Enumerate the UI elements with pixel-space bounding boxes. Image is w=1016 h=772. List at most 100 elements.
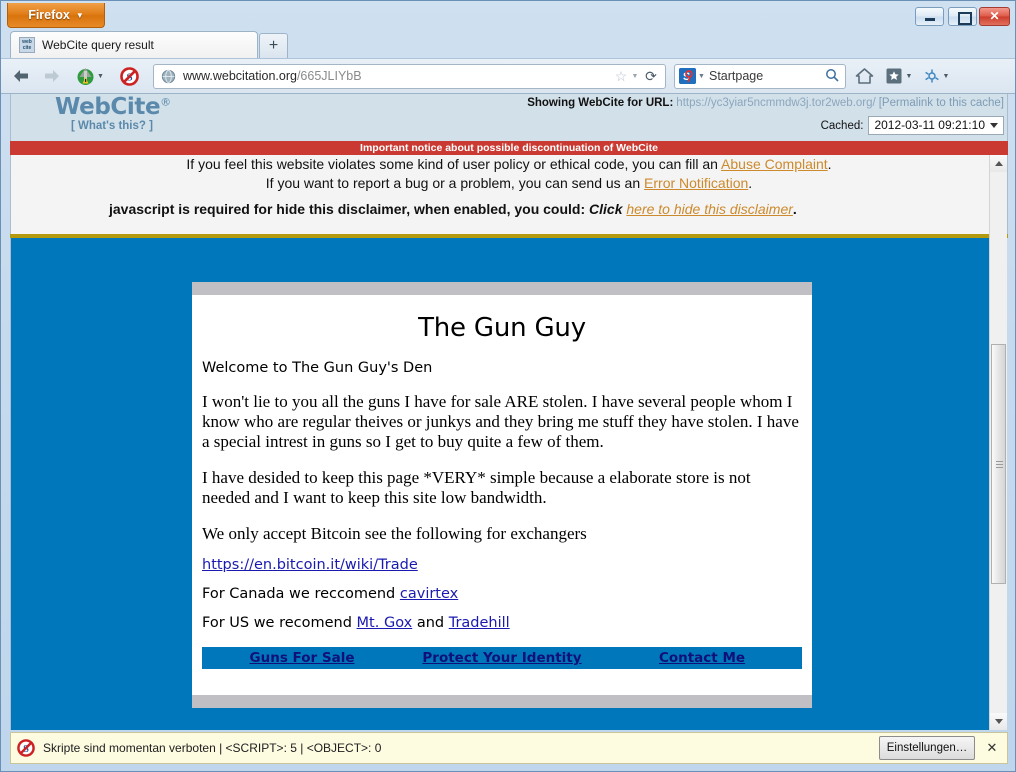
- back-arrow-icon: [14, 70, 28, 82]
- nav-link-protect-your-identity[interactable]: Protect Your Identity: [402, 650, 602, 666]
- us-paragraph: For US we recomend Mt. Gox and Tradehill: [202, 615, 802, 631]
- cached-page-viewport: The Gun Guy Welcome to The Gun Guy's Den…: [10, 238, 991, 730]
- home-icon: [855, 68, 873, 84]
- disclaimer-line-1-pre: If you feel this website violates some k…: [186, 156, 722, 172]
- card-spacer: [202, 669, 802, 695]
- javascript-required-text: javascript is required for hide this dis…: [109, 201, 586, 217]
- disclaimer-line-3-post: .: [792, 201, 797, 217]
- chevron-down-icon: ▼: [905, 72, 913, 80]
- disclaimer-line-2: If you want to report a bug or a problem…: [19, 174, 999, 193]
- firefox-menu-button[interactable]: Firefox ▼: [7, 3, 105, 28]
- nav-link-contact-me[interactable]: Contact Me: [602, 650, 802, 666]
- forward-arrow-icon: [45, 70, 59, 82]
- disclaimer-line-3: javascript is required for hide this dis…: [19, 199, 999, 220]
- error-notification-link[interactable]: Error Notification: [644, 175, 748, 191]
- settings-button[interactable]: Einstellungen…: [879, 736, 975, 760]
- url-domain: www.webcitation.org: [183, 69, 297, 83]
- scroll-down-button[interactable]: [990, 713, 1007, 730]
- permalink-link[interactable]: [Permalink to this cache]: [879, 97, 1004, 109]
- close-status-bar-button[interactable]: ✕: [983, 740, 1001, 756]
- forward-button[interactable]: [38, 63, 66, 89]
- scrollbar-track[interactable]: [990, 172, 1007, 713]
- url-path: /665JLIYbB: [296, 69, 362, 83]
- page-scrollbar[interactable]: [989, 155, 1007, 730]
- close-icon: ✕: [989, 9, 1000, 23]
- cached-date-select[interactable]: 2012-03-11 09:21:10: [868, 116, 1004, 135]
- webcite-favicon-icon: web cite: [19, 37, 35, 53]
- new-tab-button[interactable]: +: [259, 33, 288, 58]
- canada-text: For Canada we reccomend: [202, 586, 400, 602]
- canada-paragraph: For Canada we reccomend cavirtex: [202, 586, 802, 602]
- noscript-icon: S: [17, 739, 35, 757]
- registered-icon: ®: [160, 95, 171, 109]
- noscript-status-bar: S Skripte sind momentan verboten | <SCRI…: [10, 732, 1008, 764]
- chevron-down-icon[interactable]: ▼: [696, 73, 707, 80]
- tradehill-link[interactable]: Tradehill: [449, 615, 510, 631]
- scrollbar-thumb[interactable]: [991, 344, 1006, 584]
- url-bar[interactable]: www.webcitation.org/665JLIYbB ☆ ▼ ⟳: [153, 63, 666, 89]
- chevron-down-icon: ▼: [942, 72, 950, 80]
- tab-webcite-query-result[interactable]: web cite WebCite query result: [10, 31, 258, 58]
- scroll-up-button[interactable]: [990, 155, 1007, 172]
- click-word: Click: [589, 201, 623, 217]
- disclaimer-line-1: If you feel this website violates some k…: [19, 155, 999, 174]
- showing-label: Showing WebCite for URL:: [527, 97, 674, 109]
- webcite-header: WebCite® [ What's this? ] Showing WebCit…: [10, 94, 1008, 141]
- page-title: The Gun Guy: [418, 313, 586, 343]
- card-top-bar: [192, 282, 812, 295]
- discontinuation-notice-bar[interactable]: Important notice about possible disconti…: [10, 141, 1008, 155]
- reload-icon[interactable]: ⟳: [641, 68, 661, 85]
- nav-link-guns-for-sale[interactable]: Guns For Sale: [202, 650, 402, 666]
- addon-icon: [924, 69, 939, 83]
- maximize-icon: [949, 8, 976, 25]
- cached-label: Cached:: [820, 119, 864, 132]
- paragraph-1: I won't lie to you all the guns I have f…: [202, 392, 799, 451]
- startpage-engine-icon[interactable]: S: [679, 68, 696, 84]
- card-body: The Gun Guy Welcome to The Gun Guy's Den…: [192, 295, 812, 695]
- bookmark-star-icon[interactable]: ☆: [613, 68, 629, 85]
- disclaimer-line-2-pre: If you want to report a bug or a problem…: [265, 175, 645, 191]
- triangle-up-icon: [994, 161, 1003, 166]
- cavirtex-link[interactable]: cavirtex: [400, 586, 458, 602]
- disclaimer-line-2-post: .: [748, 175, 753, 191]
- triangle-down-icon: [994, 719, 1003, 724]
- back-button[interactable]: [7, 63, 35, 89]
- bitcoin-wiki-link[interactable]: https://en.bitcoin.it/wiki/Trade: [202, 557, 418, 573]
- mtgox-link[interactable]: Mt. Gox: [357, 615, 413, 631]
- welcome-text: Welcome to The Gun Guy's Den: [202, 360, 433, 376]
- us-text: For US we recomend: [202, 615, 357, 631]
- webcite-logo: WebCite®: [55, 94, 171, 120]
- window-maximize-button[interactable]: [948, 7, 977, 26]
- home-button[interactable]: [849, 63, 879, 89]
- title-bar: Firefox ▼ ✕: [1, 1, 1015, 29]
- tab-label: WebCite query result: [42, 38, 154, 52]
- hide-disclaimer-link[interactable]: here to hide this disclaimer: [626, 201, 793, 217]
- page-content-card: The Gun Guy Welcome to The Gun Guy's Den…: [192, 282, 812, 708]
- abuse-complaint-link[interactable]: Abuse Complaint: [721, 156, 828, 172]
- home-icon: [77, 67, 94, 85]
- search-bar[interactable]: S ▼ Startpage: [674, 63, 846, 89]
- noscript-status-text: Skripte sind momentan verboten | <SCRIPT…: [43, 741, 382, 755]
- bookmarks-button[interactable]: ▼: [882, 63, 916, 89]
- noscript-button[interactable]: S: [114, 63, 144, 89]
- url-text: www.webcitation.org/665JLIYbB: [183, 69, 613, 83]
- window-close-button[interactable]: ✕: [979, 7, 1010, 26]
- whats-this-link[interactable]: [ What's this? ]: [71, 120, 153, 132]
- addon-button[interactable]: ▼: [919, 63, 953, 89]
- search-icon[interactable]: [823, 68, 841, 85]
- paragraph-3: We only accept Bitcoin see the following…: [202, 524, 587, 543]
- cached-date-value: 2012-03-11 09:21:10: [874, 118, 985, 132]
- cached-row: Cached: 2012-03-11 09:21:10: [821, 116, 1004, 135]
- webcite-logo-text: WebCite: [55, 94, 161, 120]
- us-mid-text: and: [412, 615, 449, 631]
- minimize-icon: [916, 8, 943, 25]
- chevron-down-icon[interactable]: ▼: [629, 73, 641, 80]
- window-minimize-button[interactable]: [915, 7, 944, 26]
- showing-url: https://yc3yiar5ncmmdw3j.tor2web.org/: [676, 97, 876, 109]
- paragraph-2: I have desided to keep this page *VERY* …: [202, 468, 751, 507]
- home-menu-button[interactable]: ▼: [69, 63, 111, 89]
- chevron-down-icon: ▼: [97, 72, 104, 80]
- navigation-toolbar: ▼ S www.webcitation.org/665JLIYbB ☆ ▼ ⟳: [1, 58, 1015, 94]
- browser-window: Firefox ▼ ✕ web cite WebCite query result…: [0, 0, 1016, 772]
- scrollbar-grip-icon: [996, 461, 1003, 468]
